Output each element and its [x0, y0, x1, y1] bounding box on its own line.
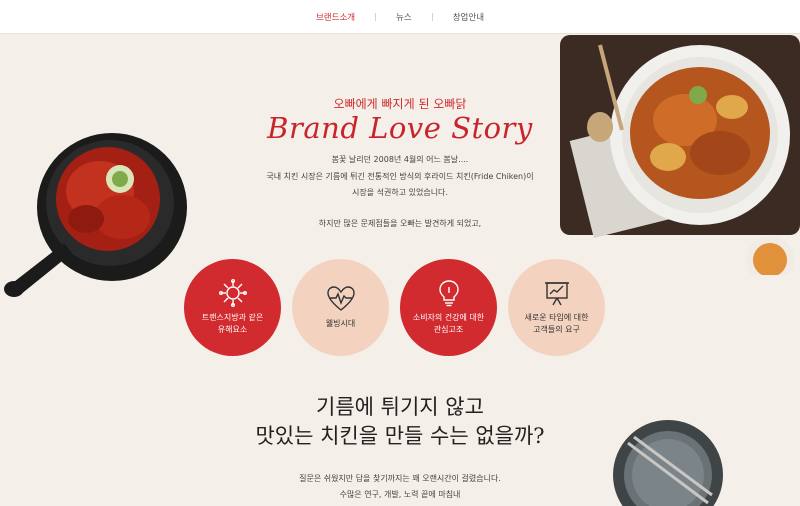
bottom-paragraph: 질문은 쉬웠지만 답을 찾기까지는 꽤 오랜시간이 걸렸습니다. 수많은 연구,…: [0, 471, 800, 503]
top-navigation: 브랜드소개 뉴스 창업안내: [0, 0, 800, 34]
circle-trans-fat: 트랜스지방과 같은 유해요소: [184, 259, 281, 356]
circle-label: 소비자의 건강에 대한 관심고조: [412, 312, 485, 334]
heartbeat-icon: [326, 285, 356, 312]
brand-story-section: 오빠에게 빠지게 된 오빠닭 Brand Love Story 봄꽃 날리던 2…: [0, 35, 800, 506]
circle-label: 새로운 타입에 대한 고객들의 요구: [524, 312, 589, 334]
story-line: 시장을 석권하고 있었습니다.: [352, 188, 448, 197]
circle-wellbeing: 웰빙시대: [292, 259, 389, 356]
circle-label: 트랜스지방과 같은 유해요소: [201, 312, 264, 334]
circle-customer-demand: 새로운 타입에 대한 고객들의 요구: [508, 259, 605, 356]
presentation-board-icon: [542, 280, 572, 306]
nav-item-news[interactable]: 뉴스: [376, 11, 432, 23]
story-line: 질문은 쉬웠지만 답을 찾기까지는 꽤 오랜시간이 걸렸습니다.: [299, 474, 501, 483]
nav-item-brand[interactable]: 브랜드소개: [296, 11, 375, 23]
circle-consumer-health: 소비자의 건강에 대한 관심고조: [400, 259, 497, 356]
story-line: 하지만 많은 문제점들을 오빠는 발견하게 되었고,: [318, 218, 482, 228]
story-line: 수많은 연구, 개발, 노력 끝에 마침내: [339, 490, 461, 499]
brand-story-paragraph: 봄꽃 날리던 2008년 4월의 어느 봄날.... 국내 치킨 시장은 기름에…: [0, 152, 800, 232]
hero-subtitle: 오빠에게 빠지게 된 오빠닭: [333, 97, 467, 111]
nav-item-franchise[interactable]: 창업안내: [433, 11, 504, 23]
problem-circles: 트랜스지방과 같은 유해요소 웰빙시대 소비자의 건강에 대한 관심고조 새로운…: [184, 259, 605, 356]
brand-love-story-title: Brand Love Story: [267, 111, 533, 145]
circle-label: 웰빙시대: [325, 318, 356, 328]
story-line: 봄꽃 날리던 2008년 4월의 어느 봄날....: [331, 155, 469, 164]
virus-icon: [218, 278, 248, 307]
lightbulb-icon: [434, 279, 464, 306]
story-line: 국내 치킨 시장은 기름에 튀긴 전통적인 방식의 후라이드 치킨(Fride …: [266, 171, 534, 181]
